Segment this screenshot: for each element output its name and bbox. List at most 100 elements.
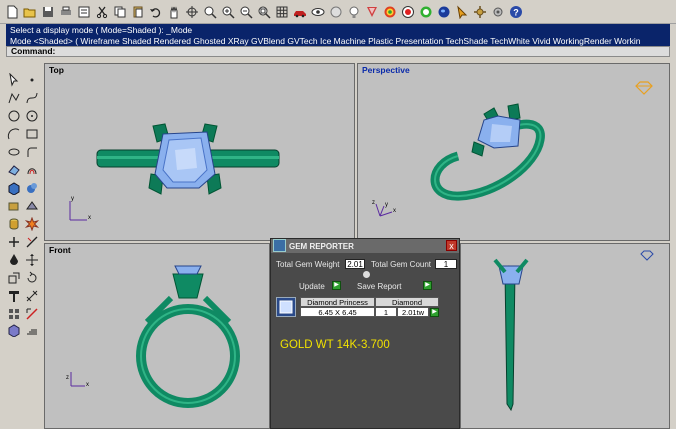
color-sphere-icon[interactable] (381, 3, 398, 20)
help-icon[interactable]: ? (507, 3, 524, 20)
right-view-ring-model (493, 250, 654, 412)
rotate-icon[interactable] (24, 270, 40, 286)
curve-icon[interactable] (24, 90, 40, 106)
pan-hand-icon[interactable] (165, 3, 182, 20)
grid-icon[interactable] (273, 3, 290, 20)
move-icon[interactable] (24, 252, 40, 268)
globe-icon[interactable] (435, 3, 452, 20)
front-view-ring-model (70, 265, 240, 408)
save-report-label: Save Report (357, 282, 402, 291)
print-icon[interactable] (57, 3, 74, 20)
princess-cut-icon (279, 300, 293, 314)
command-history-line: Select a display mode ( Mode=Shaded ): _… (10, 25, 193, 35)
gem-size-cell: 6.45 X 6.45 (300, 307, 375, 317)
copy-props-icon[interactable] (75, 3, 92, 20)
gold-weight-annotation: GOLD WT 14K-3.700 (280, 339, 390, 351)
analyze-icon[interactable] (24, 306, 40, 322)
extrude-icon[interactable] (6, 198, 22, 214)
trim-icon[interactable] (6, 234, 22, 250)
total-count-label: Total Gem Count (371, 260, 432, 269)
text-tool-icon[interactable] (6, 288, 22, 304)
axis-x-label: x (393, 208, 396, 214)
gem-type-header: Diamond Princess (300, 297, 375, 307)
axis-y-label: y (71, 196, 74, 202)
dialog-title: GEM REPORTER (289, 241, 354, 251)
transparent-sphere-icon[interactable] (327, 3, 344, 20)
open-folder-icon[interactable] (21, 3, 38, 20)
cylinder-icon[interactable] (6, 216, 22, 232)
arc-icon[interactable] (6, 126, 22, 142)
polyline-icon[interactable] (6, 90, 22, 106)
axis-z-label: z (66, 375, 69, 381)
axis-z-label: z (372, 200, 375, 206)
scale-icon[interactable] (6, 270, 22, 286)
top-view-ring-model (69, 123, 280, 221)
sphere-solid-icon[interactable] (24, 180, 40, 196)
rotate-view-icon[interactable] (183, 3, 200, 20)
close-button[interactable]: x (446, 240, 457, 251)
drop-icon[interactable] (6, 252, 22, 268)
render-icon[interactable] (399, 3, 416, 20)
grid-snap-icon[interactable] (24, 322, 40, 338)
fillet-icon[interactable] (24, 144, 40, 160)
copy-icon[interactable] (111, 3, 128, 20)
main-toolbar: ? (0, 0, 676, 24)
gear-icon[interactable] (489, 3, 506, 20)
dialog-title-bar[interactable]: GEM REPORTER x (271, 239, 459, 253)
dimension-icon[interactable] (24, 288, 40, 304)
circle-center-icon[interactable] (24, 108, 40, 124)
command-input[interactable]: Command: (6, 46, 670, 57)
rectangle-icon[interactable] (24, 126, 40, 142)
car-icon[interactable] (291, 3, 308, 20)
undo-icon[interactable] (147, 3, 164, 20)
settings-icon[interactable] (471, 3, 488, 20)
eye-icon[interactable] (309, 3, 326, 20)
command-history-line: Mode <Shaded> ( Wireframe Shaded Rendere… (10, 35, 641, 46)
total-weight-label: Total Gem Weight (276, 260, 340, 269)
gem-reporter-dialog: GEM REPORTER x Total Gem Weight 2.01 Tot… (270, 238, 460, 429)
box-solid-icon[interactable] (6, 180, 22, 196)
axis-x-label: x (88, 215, 91, 221)
zoom-in-icon[interactable] (219, 3, 236, 20)
left-tool-palette (4, 68, 44, 338)
material-icon[interactable] (363, 3, 380, 20)
render-cube-icon[interactable] (6, 322, 22, 338)
save-icon[interactable] (39, 3, 56, 20)
viewport-perspective[interactable]: Perspective z y x (357, 63, 670, 241)
offset-icon[interactable] (24, 162, 40, 178)
explode-icon[interactable] (24, 216, 40, 232)
environment-icon[interactable] (417, 3, 434, 20)
cut-icon[interactable] (93, 3, 110, 20)
viewport-front[interactable]: Front z x (44, 243, 270, 429)
gem-reporter-app-icon (273, 239, 286, 252)
select-arrow-icon[interactable] (453, 3, 470, 20)
split-icon[interactable] (24, 234, 40, 250)
gem-material-header: Diamond (375, 297, 439, 307)
zoom-out-icon[interactable] (237, 3, 254, 20)
axis-x-label: x (86, 382, 89, 388)
viewport-right[interactable] (460, 243, 670, 429)
point-icon[interactable] (24, 72, 40, 88)
rhino-window: ? Select a display mode ( Mode=Shaded ):… (0, 0, 676, 429)
paste-icon[interactable] (129, 3, 146, 20)
lightbulb-icon[interactable] (345, 3, 362, 20)
surface-icon[interactable] (6, 162, 22, 178)
zoom-window-icon[interactable] (201, 3, 218, 20)
update-button[interactable]: ▶ (332, 281, 341, 290)
gem-detail-button[interactable]: ▶ (430, 308, 439, 317)
circle-icon[interactable] (6, 108, 22, 124)
mesh-icon[interactable] (24, 198, 40, 214)
select-pointer-icon[interactable] (6, 72, 22, 88)
command-history: Select a display mode ( Mode=Shaded ): _… (6, 24, 670, 46)
svg-text:?: ? (513, 7, 519, 17)
save-report-button[interactable]: ▶ (423, 281, 432, 290)
array-icon[interactable] (6, 306, 22, 322)
viewport-top[interactable]: Top y x (44, 63, 355, 241)
ellipse-icon[interactable] (6, 144, 22, 160)
slider-knob[interactable] (363, 271, 370, 278)
perspective-ring-model (375, 81, 653, 217)
gem-thumbnail (276, 297, 296, 317)
new-file-icon[interactable] (3, 3, 20, 20)
command-prompt-label: Command: (11, 46, 56, 56)
zoom-extents-icon[interactable] (255, 3, 272, 20)
